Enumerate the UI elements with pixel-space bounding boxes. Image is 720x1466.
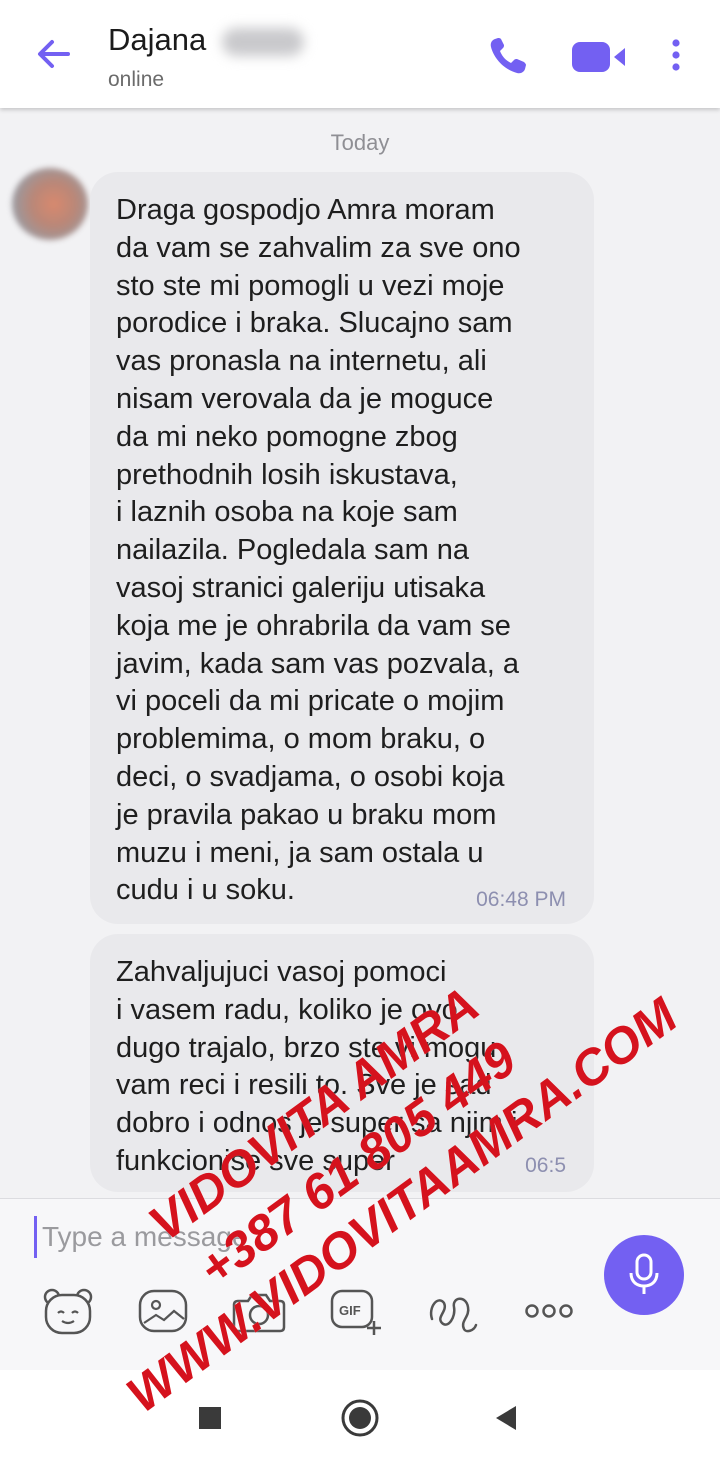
more-horizontal-icon[interactable] [522, 1287, 578, 1337]
message-text: Draga gospodjo Amra moram da vam se zahv… [116, 194, 521, 907]
avatar[interactable] [12, 168, 88, 240]
video-camera-icon[interactable] [570, 38, 628, 76]
text-cursor [34, 1216, 37, 1258]
day-divider: Today [330, 130, 390, 155]
message-time: 06:48 PM [476, 888, 566, 911]
svg-text:GIF: GIF [339, 1303, 361, 1318]
message-bubble[interactable]: Draga gospodjo Amra moram da vam se zahv… [90, 172, 594, 924]
recents-square-icon[interactable] [198, 1406, 222, 1435]
message-time: 06:5 [525, 1154, 566, 1177]
chat-header: Dajana online [0, 0, 720, 108]
blurred-surname [222, 28, 304, 56]
microphone-button[interactable] [604, 1235, 684, 1315]
doodle-icon[interactable] [426, 1287, 482, 1337]
system-nav-bar [0, 1370, 720, 1466]
back-arrow-icon[interactable] [30, 30, 78, 78]
gif-icon[interactable]: GIF [330, 1287, 386, 1337]
contact-name[interactable]: Dajana [108, 22, 206, 58]
microphone-icon [629, 1253, 659, 1294]
sticker-bear-icon[interactable] [40, 1287, 96, 1337]
phone-icon[interactable] [486, 34, 530, 78]
contact-status: online [108, 68, 165, 91]
home-circle-icon[interactable] [340, 1398, 380, 1443]
back-triangle-icon[interactable] [494, 1404, 518, 1437]
more-vertical-icon[interactable] [664, 34, 688, 78]
